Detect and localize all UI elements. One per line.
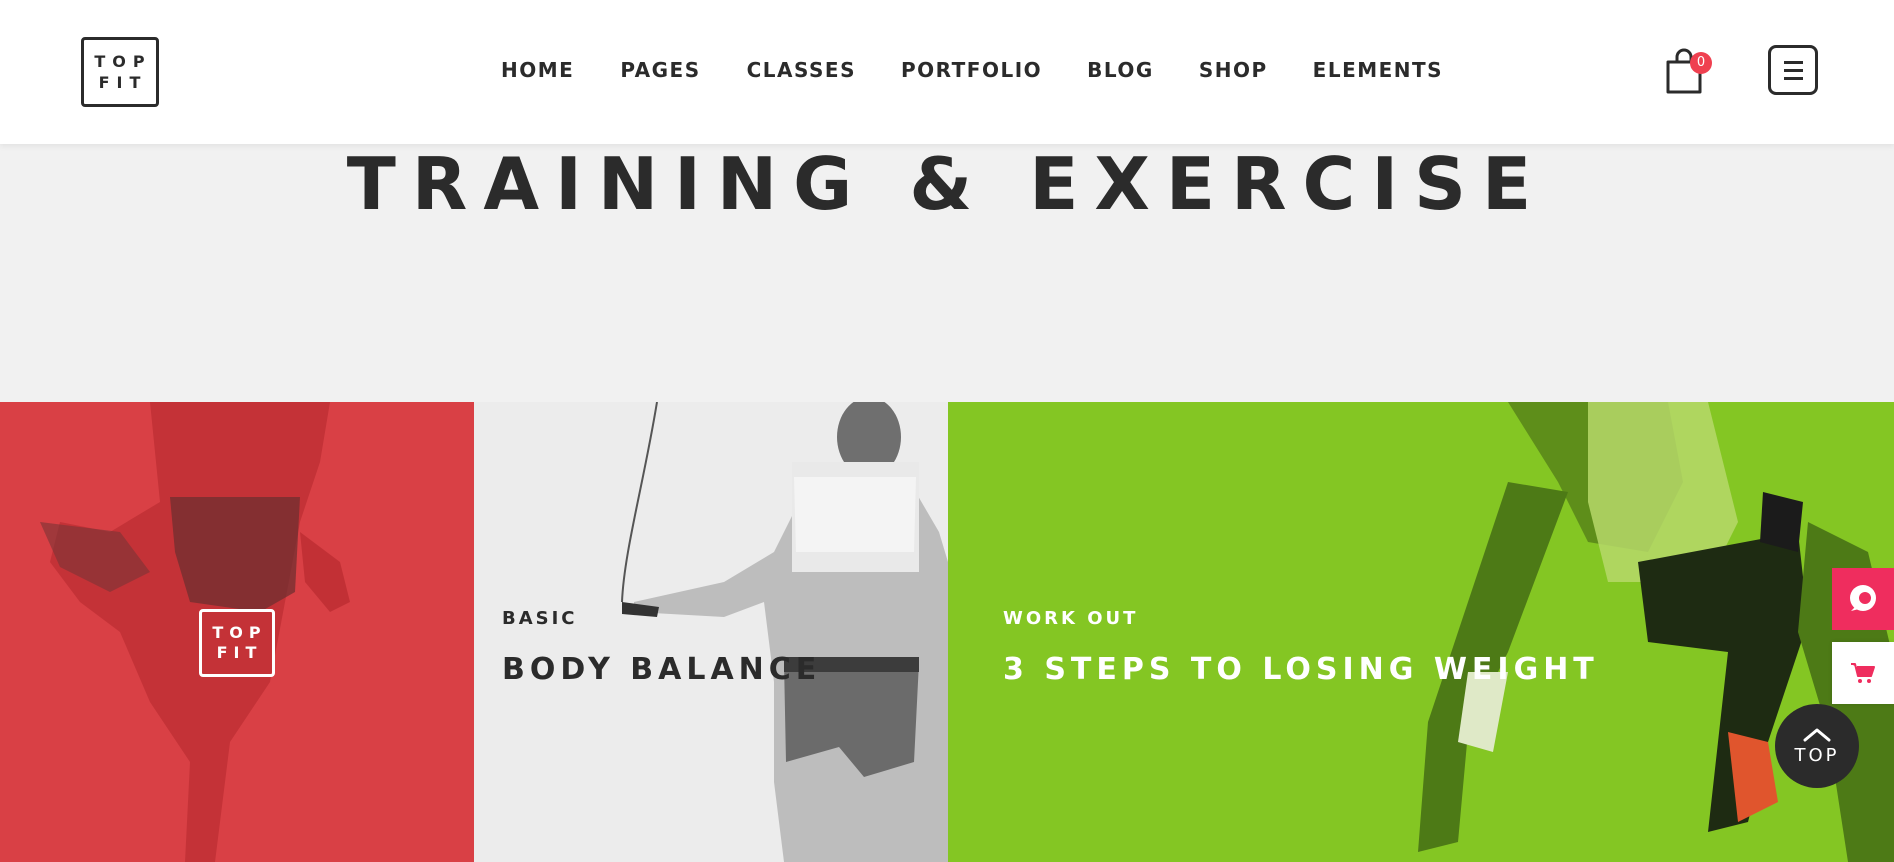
promo-panel-red[interactable]: TOP FIT <box>0 402 474 862</box>
panel-logo-line2: FIT <box>216 643 263 662</box>
chevron-up-icon <box>1803 728 1831 741</box>
panel-logo: TOP FIT <box>199 609 275 677</box>
hamburger-icon <box>1783 60 1803 64</box>
nav-elements[interactable]: ELEMENTS <box>1313 58 1443 82</box>
logo-line1: TOP <box>94 52 152 71</box>
logo-line2: FIT <box>98 73 148 92</box>
panel-logo-line1: TOP <box>212 623 267 642</box>
page-title: TRAINING & EXERCISE <box>346 142 1548 226</box>
promo-panel-body-balance[interactable]: BASIC BODY BALANCE <box>474 402 948 862</box>
hamburger-menu-button[interactable] <box>1768 45 1818 95</box>
woman-jump-rope-image <box>621 402 948 862</box>
main-nav: HOME PAGES CLASSES PORTFOLIO BLOG SHOP E… <box>501 58 1443 82</box>
runner-starting-position-image <box>1418 402 1894 862</box>
shopping-cart-icon <box>1851 663 1875 683</box>
chat-widget-button[interactable] <box>1832 568 1894 630</box>
panel-eyebrow-work-out: WORK OUT <box>1003 608 1139 629</box>
site-logo[interactable]: TOP FIT <box>81 37 159 107</box>
panel-title-losing-weight[interactable]: 3 STEPS TO LOSING WEIGHT <box>1003 652 1599 687</box>
panel-eyebrow-basic: BASIC <box>502 608 578 629</box>
panel-title-body-balance[interactable]: BODY BALANCE <box>502 652 821 687</box>
hamburger-icon-bar <box>1783 68 1803 72</box>
nav-portfolio[interactable]: PORTFOLIO <box>901 58 1042 82</box>
cart-count-badge: 0 <box>1690 52 1712 74</box>
site-header: TOP FIT HOME PAGES CLASSES PORTFOLIO BLO… <box>0 0 1894 144</box>
nav-classes[interactable]: CLASSES <box>747 58 856 82</box>
nav-pages[interactable]: PAGES <box>620 58 700 82</box>
nav-blog[interactable]: BLOG <box>1087 58 1154 82</box>
promo-panel-losing-weight[interactable]: WORK OUT 3 STEPS TO LOSING WEIGHT <box>948 402 1894 862</box>
nav-shop[interactable]: SHOP <box>1199 58 1268 82</box>
shop-cart-widget-button[interactable] <box>1832 642 1894 704</box>
chat-bubble-icon <box>1850 585 1876 611</box>
nav-home[interactable]: HOME <box>501 58 574 82</box>
back-to-top-label: TOP <box>1794 744 1840 766</box>
hamburger-icon-bar <box>1783 76 1803 80</box>
back-to-top-button[interactable]: TOP <box>1775 704 1859 788</box>
